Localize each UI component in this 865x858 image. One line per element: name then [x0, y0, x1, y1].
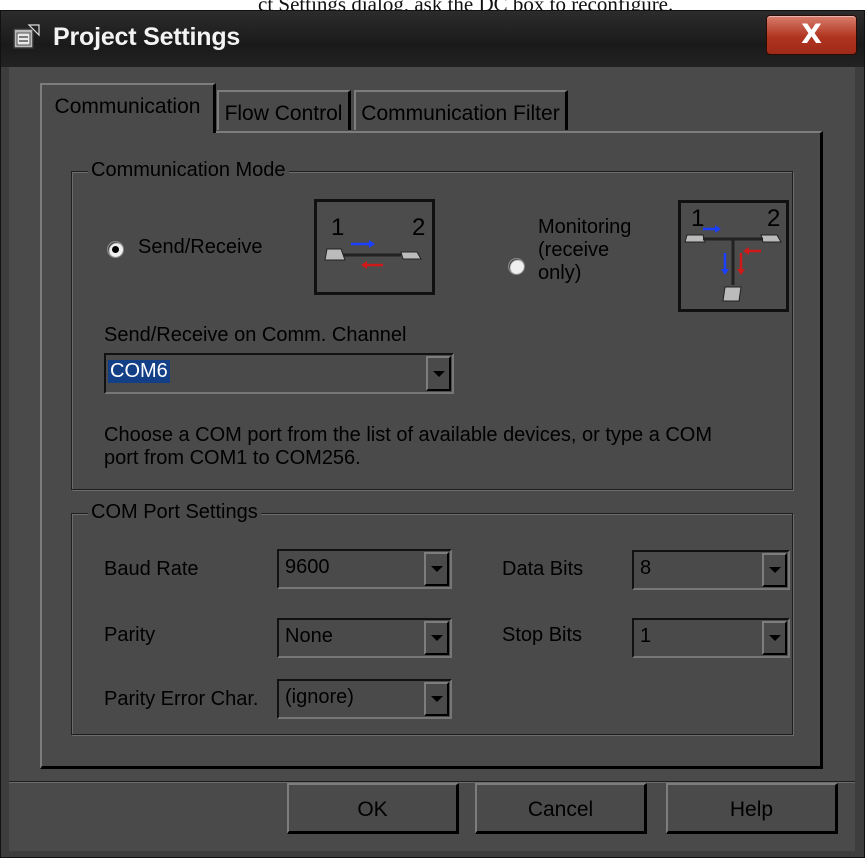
monitoring-label-line2[interactable]: (receive: [538, 239, 609, 262]
baud-rate-value[interactable]: 9600: [285, 556, 330, 579]
channel-label: Send/Receive on Comm. Channel: [104, 324, 407, 346]
com-port-settings-legend: COM Port Settings: [88, 501, 261, 524]
parity-label: Parity: [104, 624, 156, 646]
close-icon: X: [801, 19, 822, 50]
baud-rate-label: Baud Rate: [104, 558, 199, 580]
communication-mode-group: Communication Mode Send/Receive 1 2 Moni…: [71, 159, 793, 490]
monitoring-label-line3[interactable]: only): [538, 262, 581, 285]
channel-help-text-line1: Choose a COM port from the list of avail…: [104, 424, 713, 446]
parity-error-char-value[interactable]: (ignore): [285, 686, 354, 709]
ok-button[interactable]: OK: [287, 783, 459, 834]
chevron-down-icon[interactable]: [424, 682, 449, 716]
dialog-title: Project Settings: [53, 23, 241, 51]
data-bits-value[interactable]: 8: [640, 557, 651, 580]
monitoring-diagram: 1 2: [678, 200, 789, 312]
chevron-down-icon[interactable]: [424, 621, 449, 655]
data-bits-label: Data Bits: [502, 558, 584, 580]
cancel-button[interactable]: Cancel: [475, 783, 647, 834]
point-to-point-icon: [324, 240, 422, 269]
chevron-down-icon[interactable]: [762, 553, 787, 587]
help-button[interactable]: Help: [666, 783, 838, 834]
tab-flow-control[interactable]: Flow Control: [217, 90, 351, 130]
data-bits-combo[interactable]: 8: [632, 550, 790, 590]
dialog-body: Communication Flow Control Communication…: [9, 67, 855, 851]
tab-communication-filter[interactable]: Communication Filter: [354, 90, 568, 130]
parity-error-char-combo[interactable]: (ignore): [277, 679, 452, 719]
parity-value[interactable]: None: [285, 625, 333, 648]
settings-document-icon: [13, 24, 40, 49]
monitoring-radio[interactable]: [508, 258, 525, 275]
close-button[interactable]: X: [766, 15, 857, 55]
send-receive-diagram: 1 2: [314, 199, 435, 295]
communication-tab-panel: Communication Mode Send/Receive 1 2 Moni…: [40, 131, 823, 769]
project-settings-dialog: Project Settings X Communication Flow Co…: [0, 10, 865, 858]
communication-mode-legend: Communication Mode: [88, 159, 289, 182]
chevron-down-icon[interactable]: [762, 621, 787, 655]
chevron-down-icon[interactable]: [424, 552, 449, 586]
stop-bits-label: Stop Bits: [502, 624, 583, 646]
comm-channel-combo[interactable]: COM6: [104, 353, 454, 394]
parity-error-char-label: Parity Error Char.: [104, 688, 259, 710]
send-receive-label[interactable]: Send/Receive: [138, 236, 263, 259]
channel-help-text-line2: port from COM1 to COM256.: [104, 447, 361, 469]
send-receive-radio[interactable]: [107, 241, 124, 258]
monitoring-topology-icon: [684, 225, 782, 302]
monitoring-label[interactable]: Monitoring: [538, 216, 631, 239]
chevron-down-icon[interactable]: [426, 356, 451, 391]
com-port-settings-group: COM Port Settings Baud Rate 9600 Data Bi…: [71, 501, 793, 735]
title-bar[interactable]: Project Settings X: [1, 11, 864, 67]
stop-bits-value[interactable]: 1: [640, 625, 651, 648]
parity-combo[interactable]: None: [277, 618, 452, 658]
comm-channel-value[interactable]: COM6: [108, 360, 170, 383]
baud-rate-combo[interactable]: 9600: [277, 549, 452, 589]
tab-communication[interactable]: Communication: [40, 83, 216, 133]
stop-bits-combo[interactable]: 1: [632, 618, 790, 658]
